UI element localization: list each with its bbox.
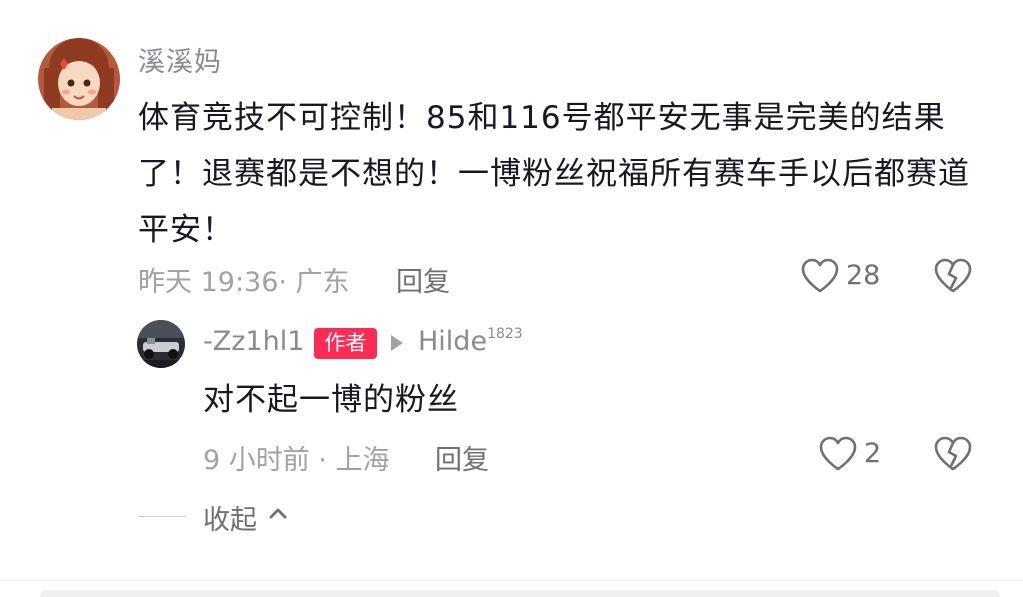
user-avatar[interactable] (38, 38, 120, 120)
reply-to-suffix: 1823 (487, 326, 523, 342)
reply-text: 对不起一博的粉丝 (203, 382, 459, 418)
like-count: 28 (846, 260, 881, 291)
comment-meta: 昨天 19:36· 广东 (138, 267, 350, 298)
chevron-up-icon[interactable] (268, 506, 288, 520)
reply-reply-button[interactable]: 回复 (435, 438, 489, 477)
reply-button[interactable]: 回复 (396, 260, 450, 299)
comment-text: 体育竞技不可控制！85和116号都平安无事是完美的结果了！退赛都是不想的！一博粉… (138, 100, 970, 248)
reply-broken-heart-icon[interactable] (933, 436, 973, 472)
reply-user-avatar[interactable] (137, 320, 185, 368)
reply-meta: 9 小时前 · 上海 (203, 445, 390, 476)
broken-heart-icon[interactable] (933, 258, 973, 294)
car-avatar-icon (137, 320, 185, 368)
reply-to-name: Hilde (418, 326, 488, 357)
reply-heart-icon[interactable] (818, 436, 858, 472)
author-badge: 作者 (314, 328, 377, 359)
reply-to-arrow-icon (391, 335, 403, 351)
reply-username[interactable]: -Zz1hl1 (203, 326, 304, 357)
reply-to-username[interactable]: Hilde1823 (418, 326, 523, 357)
bottom-panel-edge (40, 590, 1000, 597)
collapse-button[interactable]: 收起 (203, 498, 257, 537)
comment-username[interactable]: 溪溪妈 (138, 40, 222, 79)
collapse-divider (138, 516, 186, 517)
girl-avatar-icon (38, 38, 120, 120)
section-divider (0, 580, 1023, 581)
reply-like-count: 2 (864, 438, 882, 469)
heart-icon[interactable] (800, 258, 840, 294)
